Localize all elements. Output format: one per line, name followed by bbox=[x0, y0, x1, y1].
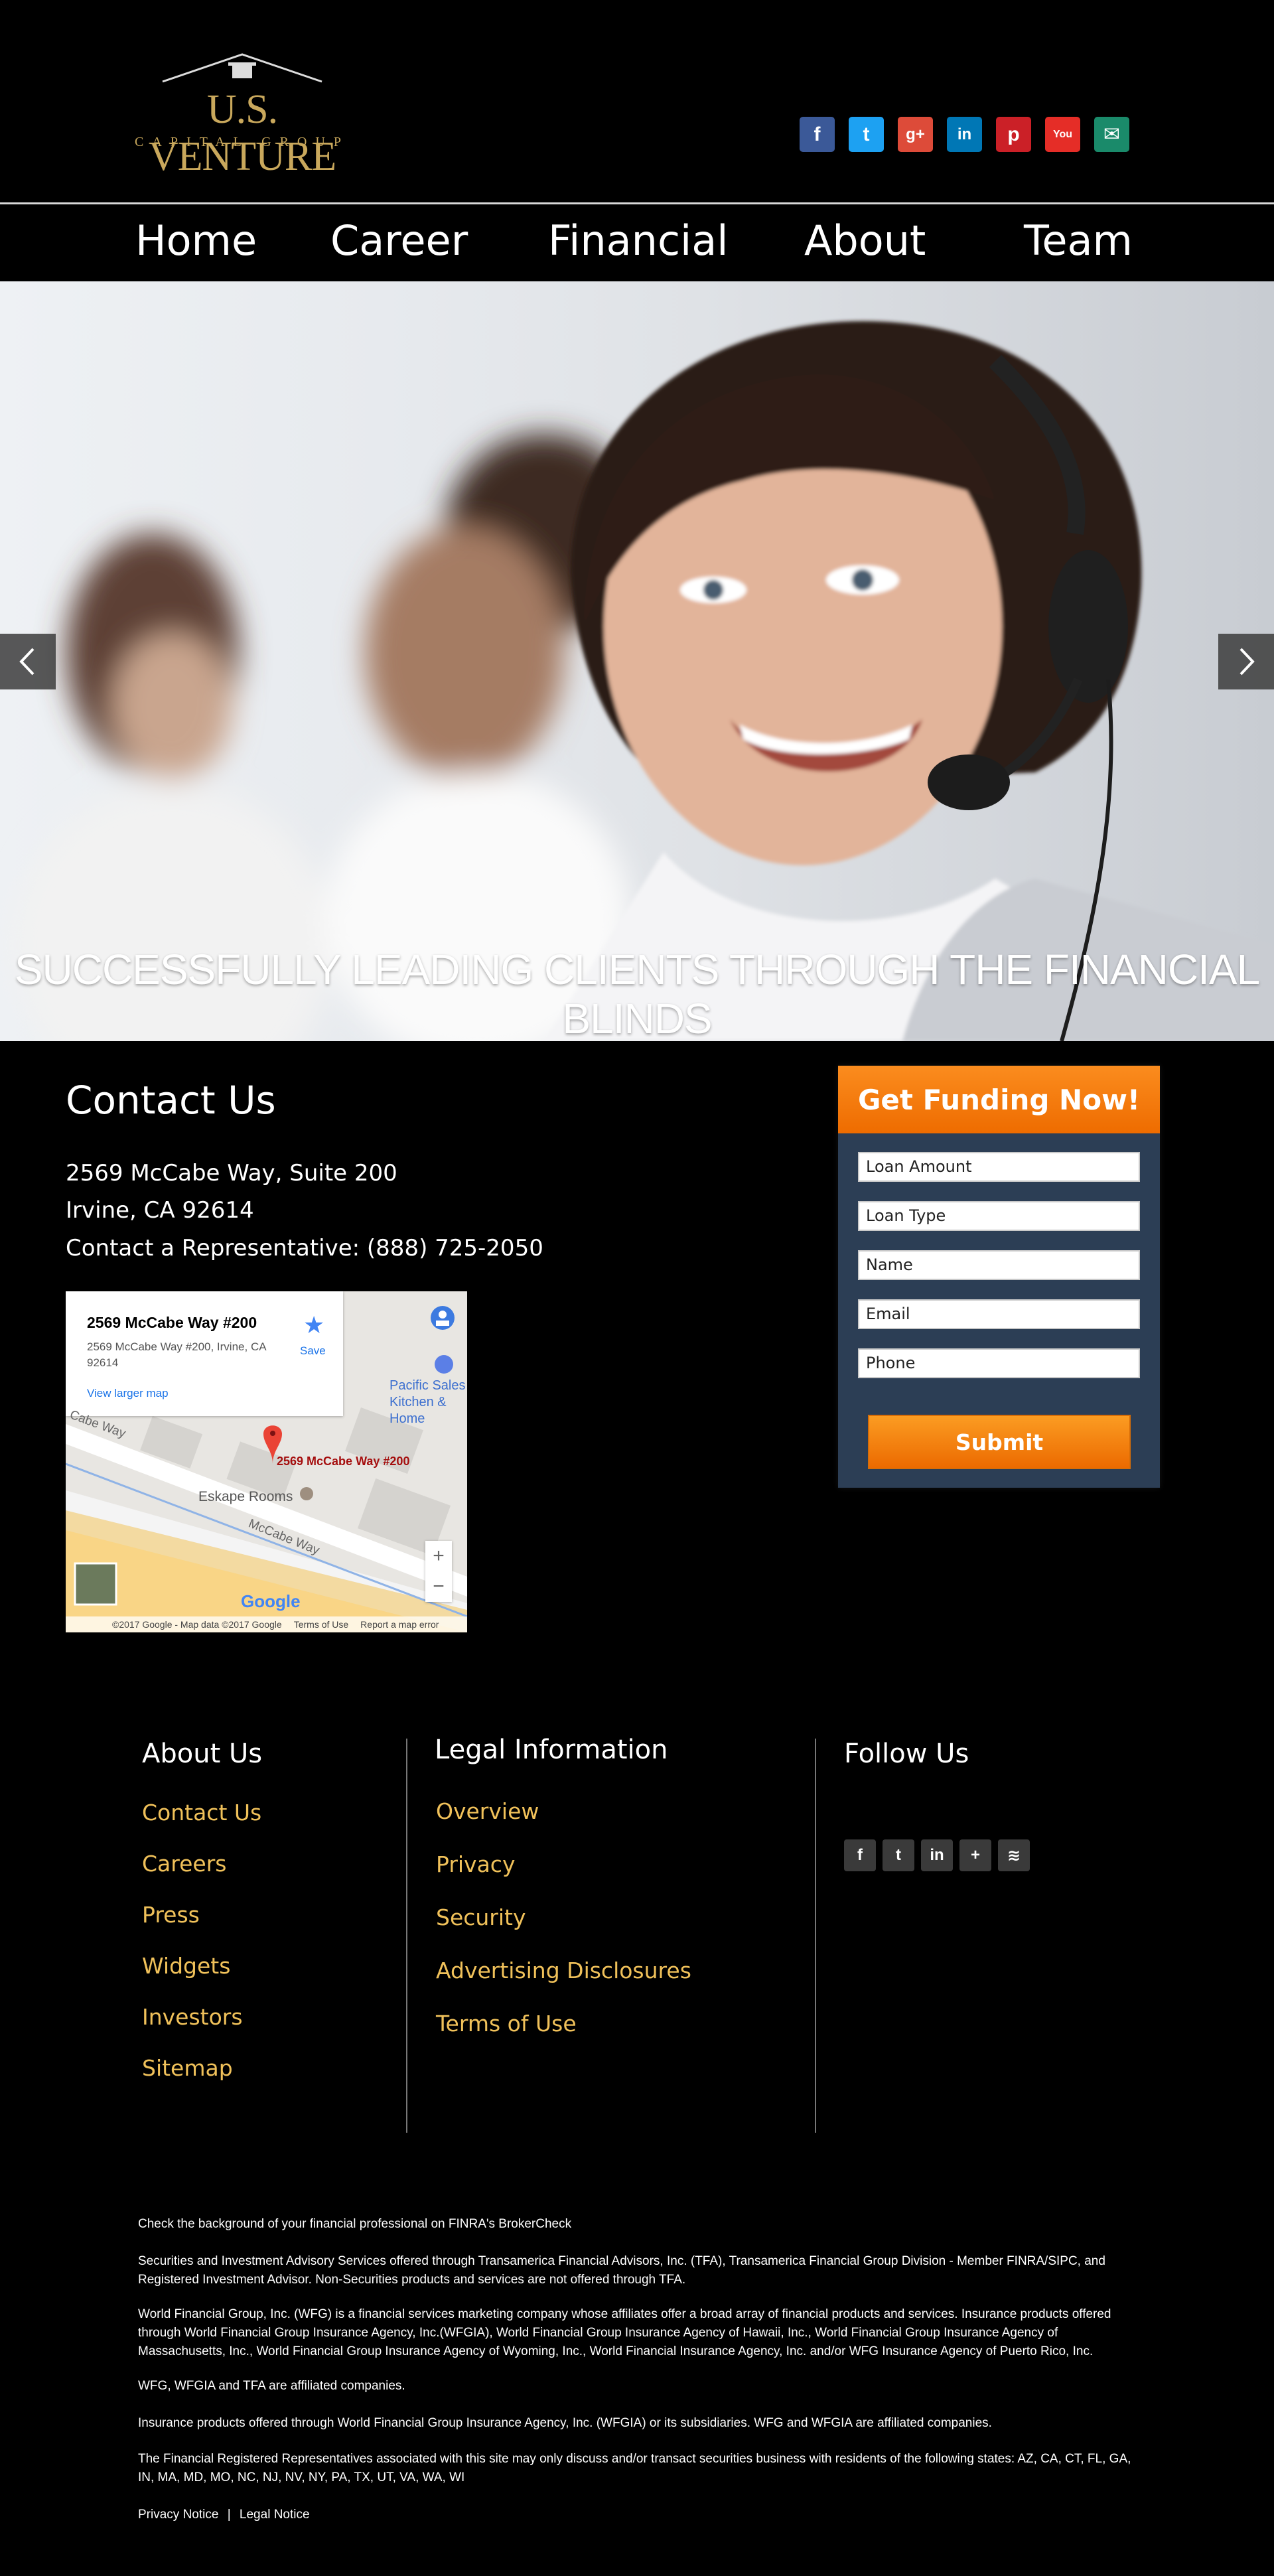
hero-caption: SUCCESSFULLY LEADING CLIENTS THROUGH THE… bbox=[14, 946, 1260, 1041]
map-zoom-controls: + − bbox=[425, 1541, 452, 1602]
phone-field[interactable]: Phone bbox=[858, 1348, 1140, 1378]
map-save-button[interactable]: Save bbox=[300, 1344, 326, 1358]
footer-link-overview[interactable]: Overview bbox=[436, 1798, 539, 1824]
slider-prev-button[interactable] bbox=[0, 634, 56, 689]
loan-amount-field[interactable]: Loan Amount bbox=[858, 1152, 1140, 1182]
logo-name: U.S. VENTURE bbox=[148, 87, 336, 179]
map-place-title: 2569 McCabe Way #200 bbox=[87, 1314, 257, 1331]
rss-icon[interactable]: ≋ bbox=[998, 1839, 1030, 1871]
zoom-out-button[interactable]: − bbox=[425, 1571, 452, 1602]
legal-notice-link[interactable]: Legal Notice bbox=[240, 2508, 310, 2522]
logo-subtitle: CAPITAL GROUP bbox=[135, 135, 350, 149]
google-logo: Google bbox=[241, 1591, 301, 1611]
site-header: U.S. VENTURE CAPITAL GROUP f t g+ in p You ✉ bbox=[0, 0, 1274, 202]
chevron-left-icon bbox=[19, 648, 35, 676]
google-plus-icon[interactable]: g+ bbox=[898, 117, 933, 152]
disclaimer-insurance: Insurance products offered through World… bbox=[138, 2416, 992, 2430]
map-poi-eskape: Eskape Rooms bbox=[198, 1489, 293, 1504]
footer-link-sitemap[interactable]: Sitemap bbox=[142, 2055, 233, 2081]
footer-link-investors[interactable]: Investors bbox=[142, 2004, 243, 2030]
twitter-icon[interactable]: t bbox=[883, 1839, 914, 1871]
map-attribution-text: ©2017 Google - Map data ©2017 Google bbox=[112, 1619, 282, 1630]
disclaimer-brokercheck: Check the background of your financial p… bbox=[138, 2217, 572, 2231]
footer-follow-title: Follow Us bbox=[844, 1739, 969, 1769]
funding-form: Get Funding Now! Loan Amount Loan Type N… bbox=[838, 1066, 1160, 1488]
form-title: Get Funding Now! bbox=[838, 1066, 1160, 1133]
youtube-icon[interactable]: You bbox=[1045, 117, 1080, 152]
logo[interactable]: U.S. VENTURE CAPITAL GROUP bbox=[133, 52, 352, 179]
footer-link-contact[interactable]: Contact Us bbox=[142, 1800, 261, 1825]
linkedin-icon[interactable]: in bbox=[947, 117, 982, 152]
facebook-icon[interactable]: f bbox=[800, 117, 835, 152]
name-field[interactable]: Name bbox=[858, 1250, 1140, 1280]
zoom-in-button[interactable]: + bbox=[425, 1541, 452, 1571]
footer-link-security[interactable]: Security bbox=[436, 1904, 526, 1930]
footer-legal-title: Legal Information bbox=[435, 1735, 668, 1765]
legal-separator: | bbox=[227, 2508, 231, 2522]
footer-link-careers[interactable]: Careers bbox=[142, 1851, 226, 1877]
facebook-icon[interactable]: f bbox=[844, 1839, 876, 1871]
nav-home[interactable]: Home bbox=[135, 216, 257, 265]
map-report-link[interactable]: Report a map error bbox=[360, 1619, 439, 1630]
pinterest-icon[interactable]: p bbox=[996, 117, 1031, 152]
map-terms-link[interactable]: Terms of Use bbox=[294, 1619, 348, 1630]
contact-title: Contact Us bbox=[66, 1078, 276, 1123]
disclaimer-affiliates: WFG, WFGIA and TFA are affiliated compan… bbox=[138, 2379, 405, 2393]
disclaimer-wfg: World Financial Group, Inc. (WFG) is a f… bbox=[138, 2307, 1111, 2358]
star-icon[interactable]: ★ bbox=[303, 1311, 324, 1339]
footer-about-title: About Us bbox=[142, 1739, 263, 1769]
linkedin-icon[interactable]: in bbox=[921, 1839, 953, 1871]
main-nav: Home Career Financial About Team bbox=[0, 204, 1274, 281]
map-place-address: 2569 McCabe Way #200, Irvine, CA 92614 bbox=[87, 1340, 266, 1369]
contact-address-line1: 2569 McCabe Way, Suite 200 bbox=[66, 1160, 397, 1186]
submit-button[interactable]: Submit bbox=[868, 1415, 1131, 1469]
disclaimer-states: The Financial Registered Representatives… bbox=[138, 2452, 1131, 2484]
map-attribution: ©2017 Google - Map data ©2017 Google Ter… bbox=[66, 1616, 467, 1632]
twitter-icon[interactable]: t bbox=[849, 117, 884, 152]
contact-phone: Contact a Representative: (888) 725-2050 bbox=[66, 1235, 543, 1261]
logo-roof-icon bbox=[162, 53, 322, 83]
disclaimer-securities: Securities and Investment Advisory Servi… bbox=[138, 2254, 1105, 2287]
map-poi-pacific: Pacific Sales Kitchen & Home bbox=[389, 1378, 466, 1426]
privacy-notice-link[interactable]: Privacy Notice bbox=[138, 2508, 218, 2522]
chevron-right-icon bbox=[1239, 648, 1255, 676]
hero-slider: SUCCESSFULLY LEADING CLIENTS THROUGH THE… bbox=[0, 281, 1274, 1041]
nav-financial[interactable]: Financial bbox=[548, 216, 729, 265]
footer-divider bbox=[815, 1739, 816, 2133]
google-map[interactable]: 2569 McCabe Way #200 2569 McCabe Way #20… bbox=[66, 1291, 467, 1632]
view-larger-map-link[interactable]: View larger map bbox=[87, 1387, 169, 1400]
map-info-window: 2569 McCabe Way #200 2569 McCabe Way #20… bbox=[66, 1291, 343, 1416]
plus-icon[interactable]: + bbox=[959, 1839, 991, 1871]
contact-address-line2: Irvine, CA 92614 bbox=[66, 1197, 254, 1224]
footer-link-widgets[interactable]: Widgets bbox=[142, 1953, 230, 1979]
footer-link-terms[interactable]: Terms of Use bbox=[436, 2011, 577, 2037]
hero-photo bbox=[13, 321, 1274, 1041]
legal-links: Privacy Notice | Legal Notice bbox=[138, 2506, 1140, 2524]
nav-about[interactable]: About bbox=[804, 216, 926, 265]
map-pin-label: 2569 McCabe Way #200 bbox=[277, 1455, 410, 1468]
footer-link-advertising[interactable]: Advertising Disclosures bbox=[436, 1958, 691, 1983]
footer-link-press[interactable]: Press bbox=[142, 1902, 200, 1928]
footer-link-privacy[interactable]: Privacy bbox=[436, 1851, 515, 1877]
mail-icon[interactable]: ✉ bbox=[1094, 117, 1129, 152]
loan-type-field[interactable]: Loan Type bbox=[858, 1201, 1140, 1231]
nav-career[interactable]: Career bbox=[330, 216, 468, 265]
email-field[interactable]: Email bbox=[858, 1299, 1140, 1329]
footer-divider bbox=[406, 1739, 407, 2133]
slider-next-button[interactable] bbox=[1218, 634, 1274, 689]
nav-team[interactable]: Team bbox=[1024, 216, 1133, 265]
social-links: f t g+ in p You ✉ bbox=[800, 117, 1129, 152]
